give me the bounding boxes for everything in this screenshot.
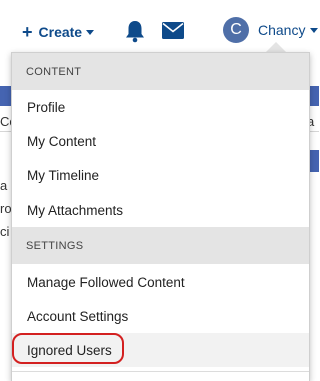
user-menu-button[interactable]: C Chancy [223,17,319,43]
menu-divider [12,371,309,372]
menu-item-account-settings[interactable]: Account Settings [12,299,309,333]
user-dropdown-menu: CONTENT Profile My Content My Timeline M… [11,52,310,381]
avatar: C [223,17,249,43]
menu-item-my-content[interactable]: My Content [12,124,309,158]
user-name: Chancy [258,22,306,38]
menu-item-my-attachments[interactable]: My Attachments [12,193,309,227]
plus-icon: + [22,22,33,42]
envelope-icon[interactable] [162,22,184,39]
menu-item-manage-followed-content[interactable]: Manage Followed Content [12,265,309,299]
dropdown-pointer [266,42,286,52]
chevron-down-icon [310,27,319,33]
menu-section-header-content: CONTENT [12,53,309,90]
page-text-fragment: a [0,178,8,193]
menu-item-profile[interactable]: Profile [12,90,309,124]
menu-item-my-timeline[interactable]: My Timeline [12,158,309,192]
highlight-annotation [12,333,124,364]
bell-icon[interactable] [124,19,146,43]
create-menu-button[interactable]: + Create [22,22,95,42]
page-text-fragment: ro [0,201,12,216]
chevron-down-icon [86,29,95,35]
page-text-fragment: ci [0,224,10,239]
menu-section-header-settings: SETTINGS [12,227,309,264]
create-label: Create [38,24,83,40]
